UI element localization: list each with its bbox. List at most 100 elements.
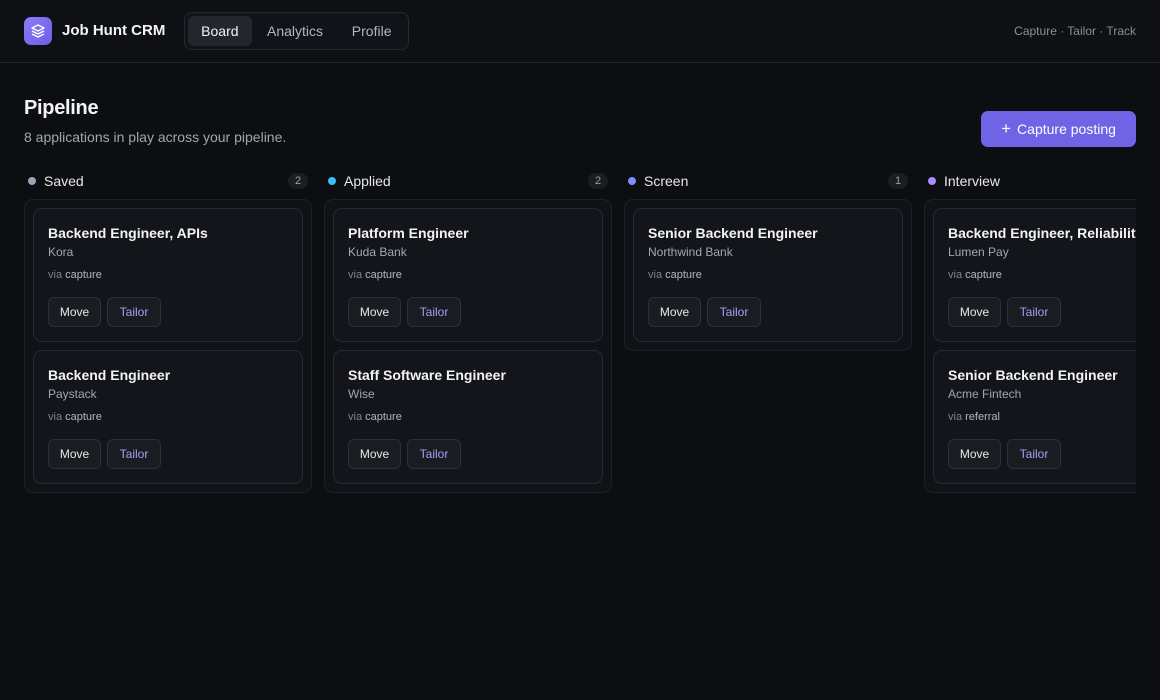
- move-button[interactable]: Move: [348, 297, 401, 327]
- job-title: Backend Engineer, Reliability: [948, 225, 1136, 241]
- tailor-button[interactable]: Tailor: [1007, 297, 1061, 327]
- column-name: Saved: [44, 173, 84, 189]
- status-dot: [328, 177, 336, 185]
- tailor-button[interactable]: Tailor: [707, 297, 761, 327]
- source-line: via capture: [348, 269, 588, 281]
- move-button[interactable]: Move: [48, 439, 101, 469]
- card-actions: Move Tailor: [48, 439, 161, 469]
- via-label: via: [948, 411, 963, 423]
- job-title: Platform Engineer: [348, 225, 469, 241]
- source-line: via capture: [48, 269, 288, 281]
- column-count-badge: 2: [288, 173, 308, 189]
- top-bar: Job Hunt CRM Board Analytics Profile Cap…: [0, 0, 1160, 63]
- source-line: via capture: [48, 411, 288, 423]
- source-line: via referral: [948, 411, 1136, 423]
- job-card[interactable]: Senior Backend Engineer Acme Fintech via…: [933, 350, 1136, 484]
- column-count-badge: 2: [588, 173, 608, 189]
- via-label: via: [348, 269, 363, 281]
- capture-posting-label: Capture posting: [1017, 121, 1116, 137]
- column-header: Applied 2: [324, 166, 612, 196]
- source-value: capture: [965, 269, 1002, 281]
- column-name: Interview: [944, 173, 1001, 189]
- source-value: capture: [665, 269, 702, 281]
- tab-profile[interactable]: Profile: [338, 16, 405, 46]
- column-saved: Saved 2 Backend Engineer, APIs Kora via …: [24, 166, 312, 493]
- main-nav: Board Analytics Profile: [184, 12, 409, 50]
- tailor-button[interactable]: Tailor: [107, 297, 161, 327]
- company-name: Kora: [48, 245, 74, 259]
- job-card[interactable]: Backend Engineer, APIs Kora via capture …: [33, 208, 303, 342]
- column-count-badge: 1: [888, 173, 908, 189]
- source-line: via capture: [348, 411, 588, 423]
- source-value: capture: [365, 269, 402, 281]
- tab-analytics[interactable]: Analytics: [252, 16, 339, 46]
- status-dot: [928, 177, 936, 185]
- tailor-button[interactable]: Tailor: [107, 439, 161, 469]
- move-button[interactable]: Move: [948, 297, 1001, 327]
- job-title: Senior Backend Engineer: [948, 367, 1118, 383]
- job-title: Staff Software Engineer: [348, 367, 506, 383]
- via-label: via: [948, 269, 963, 281]
- source-value: capture: [365, 411, 402, 423]
- company-name: Northwind Bank: [648, 245, 733, 259]
- move-button[interactable]: Move: [348, 439, 401, 469]
- job-title: Senior Backend Engineer: [648, 225, 818, 241]
- move-button[interactable]: Move: [48, 297, 101, 327]
- pipeline-board: Saved 2 Backend Engineer, APIs Kora via …: [24, 166, 1136, 506]
- column-cards: Backend Engineer, Reliability Lumen Pay …: [924, 199, 1136, 493]
- company-name: Kuda Bank: [348, 245, 407, 259]
- source-value: capture: [65, 411, 102, 423]
- job-card[interactable]: Senior Backend Engineer Northwind Bank v…: [633, 208, 903, 342]
- column-name: Screen: [644, 173, 689, 189]
- source-line: via capture: [648, 269, 888, 281]
- card-actions: Move Tailor: [948, 439, 1061, 469]
- move-button[interactable]: Move: [948, 439, 1001, 469]
- column-cards: Backend Engineer, APIs Kora via capture …: [24, 199, 312, 493]
- job-card[interactable]: Backend Engineer, Reliability Lumen Pay …: [933, 208, 1136, 342]
- app-title: Job Hunt CRM: [62, 22, 166, 39]
- tab-board[interactable]: Board: [188, 16, 252, 46]
- column-header: Saved 2: [24, 166, 312, 196]
- column-cards: Platform Engineer Kuda Bank via capture …: [324, 199, 612, 493]
- job-card[interactable]: Backend Engineer Paystack via capture Mo…: [33, 350, 303, 484]
- source-value: referral: [965, 411, 1000, 423]
- job-title: Backend Engineer, APIs: [48, 225, 208, 241]
- page-title: Pipeline: [24, 97, 99, 119]
- card-actions: Move Tailor: [348, 297, 461, 327]
- company-name: Wise: [348, 387, 375, 401]
- card-actions: Move Tailor: [348, 439, 461, 469]
- card-actions: Move Tailor: [648, 297, 761, 327]
- tailor-button[interactable]: Tailor: [407, 297, 461, 327]
- status-dot: [628, 177, 636, 185]
- card-actions: Move Tailor: [48, 297, 161, 327]
- column-name: Applied: [344, 173, 391, 189]
- job-card[interactable]: Platform Engineer Kuda Bank via capture …: [333, 208, 603, 342]
- tailor-button[interactable]: Tailor: [407, 439, 461, 469]
- company-name: Lumen Pay: [948, 245, 1009, 259]
- company-name: Paystack: [48, 387, 97, 401]
- capture-posting-button[interactable]: + Capture posting: [981, 111, 1136, 147]
- page-subtitle: 8 applications in play across your pipel…: [24, 129, 287, 145]
- via-label: via: [48, 269, 63, 281]
- job-title: Backend Engineer: [48, 367, 171, 383]
- column-interview: Interview Backend Engineer, Reliability …: [924, 166, 1136, 493]
- move-button[interactable]: Move: [648, 297, 701, 327]
- source-value: capture: [65, 269, 102, 281]
- via-label: via: [348, 411, 363, 423]
- column-applied: Applied 2 Platform Engineer Kuda Bank vi…: [324, 166, 612, 493]
- status-dot: [28, 177, 36, 185]
- tailor-button[interactable]: Tailor: [1007, 439, 1061, 469]
- plus-icon: +: [1001, 119, 1012, 138]
- tagline: Capture · Tailor · Track: [1014, 24, 1136, 38]
- via-label: via: [48, 411, 63, 423]
- column-screen: Screen 1 Senior Backend Engineer Northwi…: [624, 166, 912, 351]
- logo-layers-icon: [24, 17, 52, 45]
- column-header: Screen 1: [624, 166, 912, 196]
- job-card[interactable]: Staff Software Engineer Wise via capture…: [333, 350, 603, 484]
- card-actions: Move Tailor: [948, 297, 1061, 327]
- column-cards: Senior Backend Engineer Northwind Bank v…: [624, 199, 912, 351]
- source-line: via capture: [948, 269, 1136, 281]
- column-header: Interview: [924, 166, 1136, 196]
- via-label: via: [648, 269, 663, 281]
- company-name: Acme Fintech: [948, 387, 1022, 401]
